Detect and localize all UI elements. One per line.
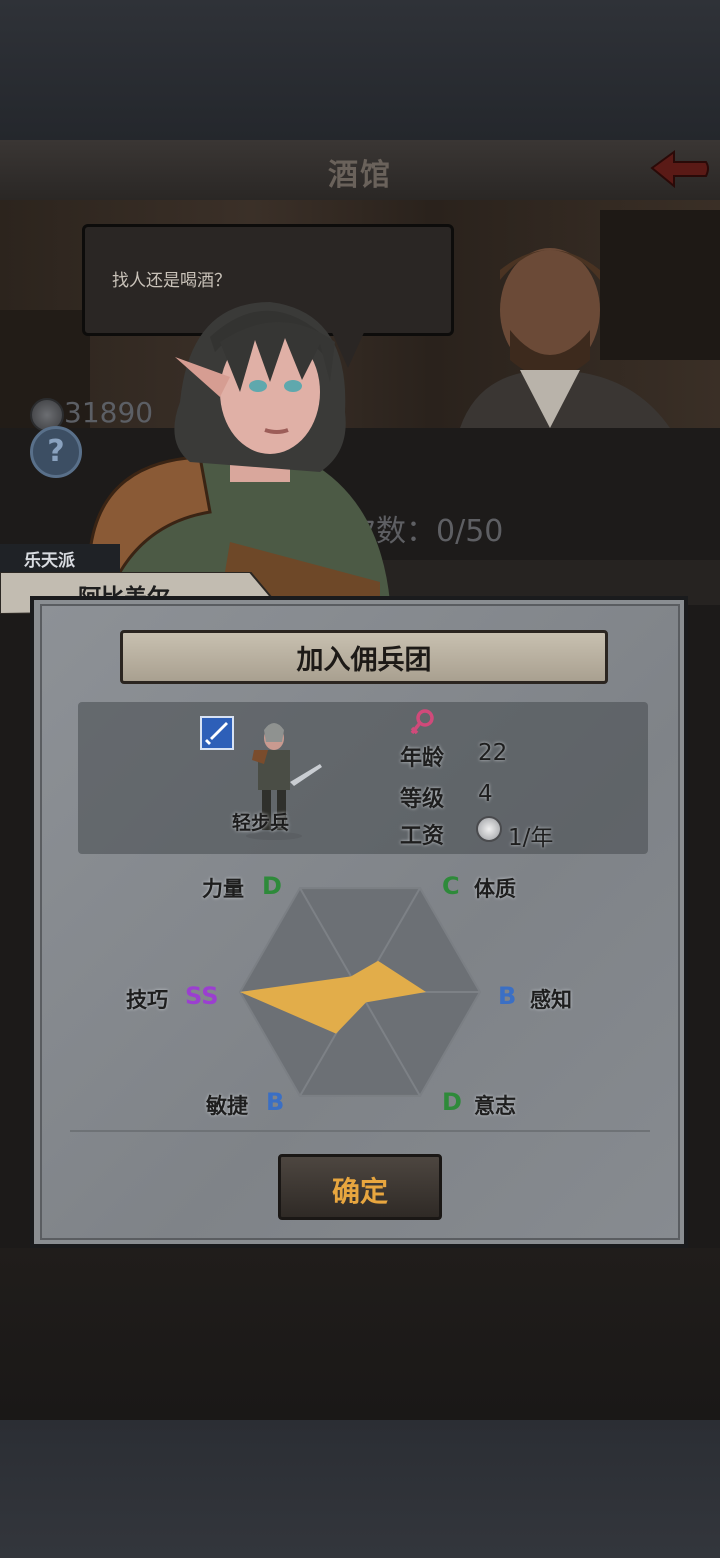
skill-label: 技巧 [126,988,168,1012]
perception-label: 感知 [530,988,572,1012]
bartender-figure [460,248,670,428]
bottom-backdrop [0,1420,720,1558]
page-title: 酒馆 [328,158,392,193]
will-grade: D [442,1088,462,1116]
age-value: 22 [478,740,508,766]
lower-backdrop [0,1248,720,1420]
confirm-label: 确定 [331,1175,388,1208]
female-icon [410,709,434,735]
divider [70,1130,650,1132]
info-panel [78,702,648,854]
character-portrait [80,302,390,602]
wage-label: 工资 [400,824,445,849]
level-label: 等级 [400,787,445,812]
back-arrow-icon[interactable] [648,146,712,190]
will-label: 意志 [474,1094,516,1118]
top-backdrop [0,0,720,140]
class-name: 轻步兵 [232,812,290,834]
strength-label: 力量 [202,877,244,901]
attribute-radar [238,887,482,1097]
constitution-label: 体质 [474,877,516,901]
skill-grade: SS [185,982,219,1010]
constitution-grade: C [442,872,460,900]
age-label: 年龄 [400,746,445,771]
strength-grade: D [262,872,282,900]
trait-label: 乐天派 [24,551,75,571]
help-button[interactable]: ? [30,426,82,478]
agility-grade: B [266,1088,285,1116]
agility-label: 敏捷 [206,1094,248,1118]
silver-coin-icon [476,816,502,842]
wage-value: 1/年 [508,825,554,851]
perception-grade: B [498,982,517,1010]
dialog-title: 加入佣兵团 [296,645,432,676]
level-value: 4 [478,781,493,807]
